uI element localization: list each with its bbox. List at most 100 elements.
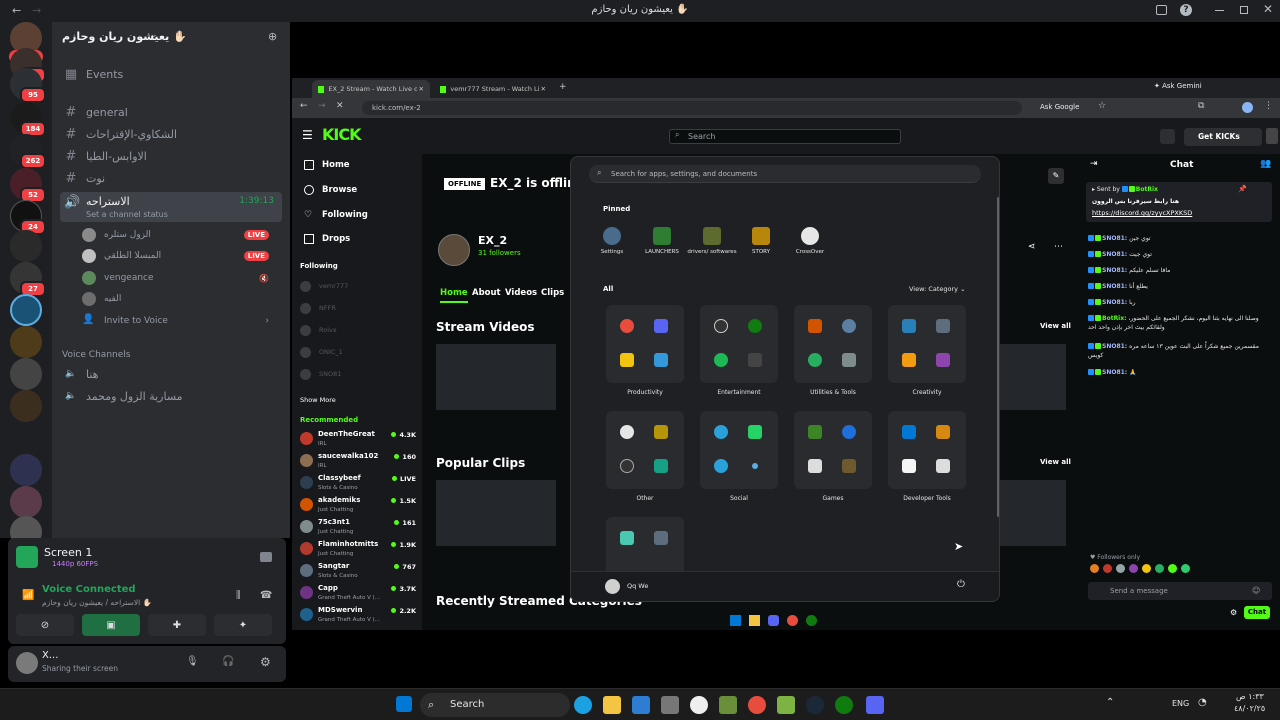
server-icon[interactable] — [10, 422, 42, 454]
recommended-item[interactable]: Flaminhotmitts Just Chatting 1.9K — [300, 540, 416, 562]
taskbar-search[interactable]: Search — [420, 693, 570, 717]
server-name[interactable]: يعيشون ريان وحازم ✋🏻 — [62, 30, 187, 43]
minimize-icon[interactable] — [1215, 10, 1224, 11]
activities-button[interactable]: ✚ — [148, 614, 206, 636]
xbox-icon[interactable] — [835, 696, 853, 714]
screen-share-thumb[interactable] — [16, 546, 38, 568]
kick-logo[interactable]: KICK — [322, 125, 361, 144]
following-item[interactable]: NFFR — [300, 300, 416, 316]
server-icon[interactable]: 262 — [10, 134, 46, 169]
voice-connected-channel[interactable]: الاستراحه / يعيشون ريان وحازم ✋🏻 — [42, 598, 152, 607]
tab-vemr777[interactable]: vemr777 Stream - Watch Live o ✕ — [434, 80, 552, 98]
voice-channels-header[interactable]: Voice Channels — [62, 350, 130, 360]
server-icon[interactable]: 24 — [10, 200, 46, 235]
scrollbar[interactable] — [997, 197, 999, 517]
noise-suppression-icon[interactable]: ⫼ — [236, 590, 241, 601]
recommended-item[interactable]: DeenTheGreat IRL 4.3K — [300, 430, 416, 452]
nav-browse[interactable]: Browse — [304, 185, 357, 195]
recommended-item[interactable]: Classybeef Slots & Casino LIVE — [300, 474, 416, 496]
extensions-icon[interactable]: ⧉ — [1198, 101, 1204, 111]
chat-settings-icon[interactable]: ⚙ — [1230, 608, 1237, 617]
recommended-item[interactable]: Capp Grand Theft Auto V (... 3.7K — [300, 584, 416, 606]
clip-thumbnail[interactable] — [1000, 480, 1066, 546]
chrome-icon[interactable] — [748, 696, 766, 714]
edge-icon[interactable] — [574, 696, 592, 714]
address-bar[interactable]: kick.com/ex-2 — [362, 101, 1022, 115]
soundboard-button[interactable]: ✦ — [214, 614, 272, 636]
following-item[interactable]: SNO81 — [300, 366, 416, 382]
server-icon[interactable] — [10, 390, 42, 422]
pinned-link[interactable]: https://discord.gg/zyycXPXKSD — [1092, 209, 1192, 217]
server-icon[interactable] — [10, 230, 42, 262]
emoji-icon[interactable]: ☺ — [1252, 586, 1260, 595]
file-explorer-icon[interactable] — [603, 696, 621, 714]
add-member-icon[interactable]: ⊕ — [268, 30, 277, 43]
voice-channel[interactable]: 🔈 هنا — [60, 364, 282, 384]
view-category-dropdown[interactable]: View: Category ⌄ — [909, 285, 966, 293]
menu-icon[interactable]: ⋮ — [1264, 101, 1273, 111]
app-icon[interactable] — [777, 696, 795, 714]
edit-icon[interactable]: ✎ — [1048, 168, 1064, 184]
discord-icon[interactable] — [866, 696, 884, 714]
wifi-icon[interactable]: ◔ — [1198, 697, 1207, 708]
forward-icon[interactable]: → — [318, 101, 326, 111]
recommended-item[interactable]: MDSwervin Grand Theft Auto V (... 2.2K — [300, 606, 416, 628]
nav-following[interactable]: ♡ Following — [304, 210, 368, 220]
keyboard-lang[interactable]: ENG — [1172, 699, 1189, 708]
tray-chevron-icon[interactable]: ⌃ — [1106, 697, 1114, 708]
inbox-icon[interactable] — [1156, 5, 1167, 15]
video-thumbnail[interactable] — [436, 344, 556, 410]
share-icon[interactable]: ⋖ — [1028, 242, 1036, 252]
tab-about[interactable]: About — [472, 288, 501, 298]
pinned-message[interactable]: ▸ Sent by BotRix 📌 هنا رابط سيرفرنا بس ا… — [1086, 182, 1272, 222]
following-item[interactable]: ONIC_1 — [300, 344, 416, 360]
hamburger-icon[interactable]: ☰ — [302, 128, 313, 142]
more-icon[interactable]: ⋯ — [1054, 242, 1063, 252]
get-kicks-button[interactable]: Get KICKs — [1184, 128, 1262, 146]
stop-share-button[interactable]: ▣ — [82, 614, 140, 636]
voice-user[interactable]: الفيه — [82, 290, 277, 308]
tab-videos[interactable]: Videos — [505, 288, 537, 298]
following-item[interactable]: Roivx — [300, 322, 416, 338]
search-input[interactable]: Search — [669, 129, 901, 144]
profile-icon[interactable] — [1242, 102, 1253, 113]
headphones-icon[interactable]: 🎧 — [222, 656, 234, 667]
pinned-story[interactable]: STORY — [736, 227, 786, 256]
category-productivity[interactable] — [606, 305, 684, 383]
start-search-input[interactable]: Search for apps, settings, and documents — [589, 165, 981, 183]
gear-icon[interactable]: ⚙ — [260, 655, 271, 669]
recommended-item[interactable]: saucewalka102 IRL 160 — [300, 452, 416, 474]
category-other[interactable] — [606, 411, 684, 489]
chat-send-button[interactable]: Chat — [1244, 606, 1270, 619]
voice-user[interactable]: المبسلا الطلقي LIVE — [82, 247, 277, 265]
tab-close-icon[interactable]: ✕ — [419, 85, 424, 93]
voice-channel[interactable]: 🔈 مسارية الزول ومحمد — [60, 386, 282, 406]
recommended-item[interactable]: 75c3nt1 Just Chatting 161 — [300, 518, 416, 540]
events-item[interactable]: ▦ Events — [60, 64, 282, 84]
recommended-item[interactable]: akademiks Just Chatting 1.5K — [300, 496, 416, 518]
back-icon[interactable]: ← — [300, 101, 308, 111]
start-button[interactable] — [396, 696, 412, 712]
view-all-link[interactable]: View all — [1040, 458, 1071, 466]
video-thumbnail[interactable] — [1000, 344, 1066, 410]
tab-home[interactable]: Home — [440, 288, 468, 303]
user-avatar-icon[interactable] — [605, 579, 620, 594]
pinned-settings[interactable]: Settings — [587, 227, 637, 256]
microphone-icon[interactable]: 🎙 — [186, 656, 199, 667]
message-input[interactable]: Send a message — [1088, 582, 1272, 600]
pinned-drivers[interactable]: drivers/ softwares — [687, 227, 737, 256]
nav-home[interactable]: Home — [304, 160, 350, 170]
tab-clips[interactable]: Clips — [541, 288, 564, 298]
folder-icon[interactable] — [10, 454, 42, 486]
voice-user[interactable]: الزول ستلره LIVE — [82, 226, 277, 244]
channel-general[interactable]: # general — [60, 102, 282, 122]
app-icon[interactable] — [661, 696, 679, 714]
channel-avatar[interactable] — [438, 234, 470, 266]
power-icon[interactable]: ⏻ — [957, 579, 965, 590]
github-icon[interactable] — [690, 696, 708, 714]
category-social[interactable] — [700, 411, 778, 489]
voice-channel-active[interactable]: 🔊 الاستراحه 1:39:13 Set a channel status — [60, 192, 282, 222]
folder-icon[interactable] — [749, 614, 760, 626]
maximize-icon[interactable] — [1240, 6, 1248, 14]
recommended-item[interactable]: Sangtar Slots & Casino 767 — [300, 562, 416, 584]
